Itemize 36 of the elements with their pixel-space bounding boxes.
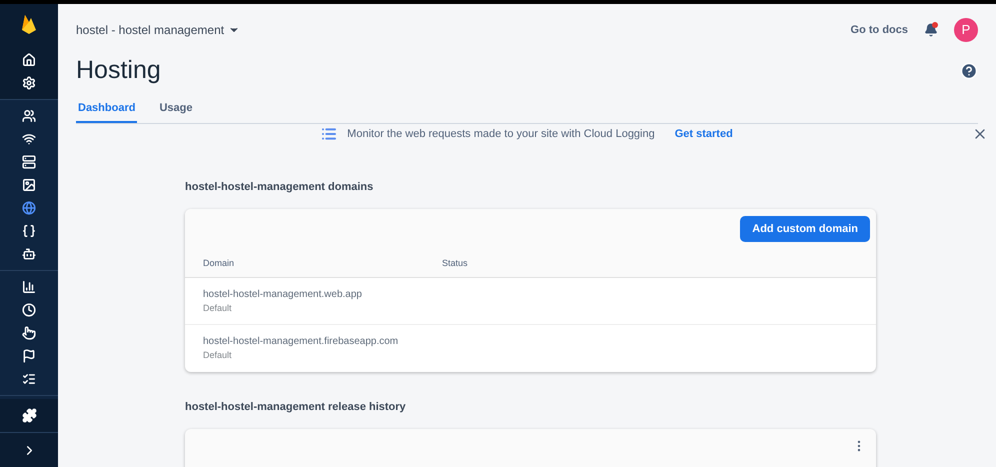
tab[interactable]: Dashboard bbox=[76, 100, 138, 123]
logging-icon bbox=[321, 126, 338, 142]
wifi-icon[interactable] bbox=[21, 131, 37, 147]
braces-icon[interactable] bbox=[21, 223, 37, 239]
help-icon[interactable] bbox=[960, 62, 978, 80]
page-title: Hosting bbox=[76, 55, 161, 86]
bar-chart-icon[interactable] bbox=[21, 279, 37, 295]
get-started-link[interactable]: Get started bbox=[674, 126, 733, 142]
bell-icon[interactable] bbox=[924, 23, 938, 37]
globe-icon[interactable] bbox=[21, 200, 37, 216]
column-header: Domain bbox=[203, 257, 236, 270]
add-custom-domain-button[interactable]: Add custom domain bbox=[740, 216, 870, 242]
clock-icon[interactable] bbox=[21, 302, 37, 318]
flag-icon[interactable] bbox=[21, 348, 37, 364]
domain-note: Default bbox=[203, 302, 233, 314]
column-header: Status bbox=[442, 257, 468, 270]
puzzle-icon[interactable] bbox=[22, 408, 36, 423]
domain-name: hostel-hostel-management.web.app bbox=[203, 288, 363, 302]
list-icon[interactable] bbox=[21, 371, 37, 387]
image-icon[interactable] bbox=[21, 177, 37, 193]
users-icon[interactable] bbox=[21, 108, 37, 124]
avatar[interactable]: P bbox=[954, 18, 978, 42]
docs-link[interactable]: Go to docs bbox=[850, 22, 908, 38]
robot-icon[interactable] bbox=[21, 246, 37, 262]
home-icon[interactable] bbox=[21, 52, 37, 68]
tab[interactable]: Usage bbox=[157, 100, 194, 123]
banner-text: Monitor the web requests made to your site with Cloud Logging bbox=[347, 127, 655, 142]
pointer-icon[interactable] bbox=[21, 325, 37, 341]
server-icon[interactable] bbox=[21, 154, 37, 170]
section-title: hostel-hostel-management release history bbox=[185, 400, 407, 414]
domain-name: hostel-hostel-management.firebaseapp.com bbox=[203, 335, 400, 349]
section-title: hostel-hostel-management domains bbox=[185, 180, 374, 194]
project-selector[interactable]: hostel - hostel management bbox=[76, 21, 240, 39]
settings-icon[interactable] bbox=[21, 75, 37, 91]
flame-logo-icon bbox=[21, 14, 37, 34]
domain-note: Default bbox=[203, 349, 233, 362]
